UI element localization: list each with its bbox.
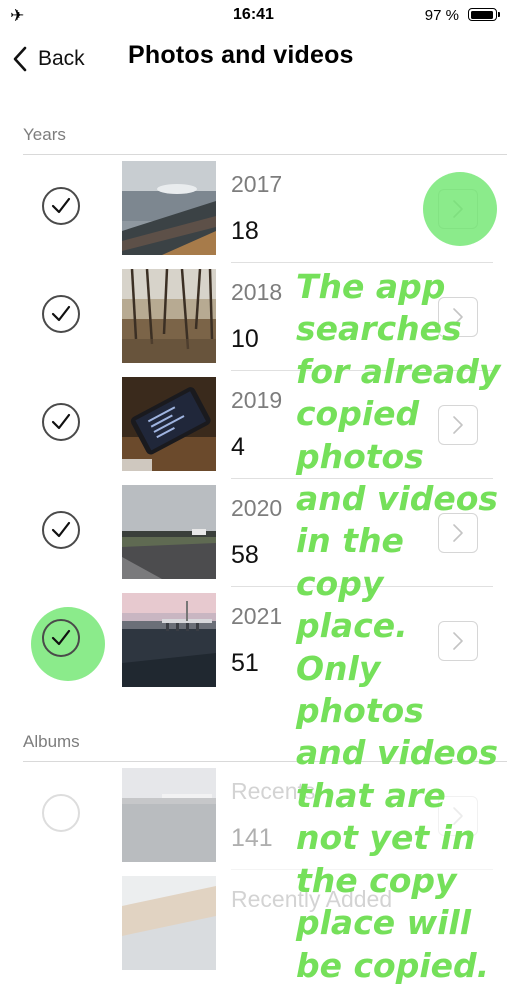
album-thumbnail xyxy=(122,768,216,862)
checkmark-icon xyxy=(51,413,71,430)
battery-percentage: 97 % xyxy=(424,7,459,24)
year-label: 2018 xyxy=(231,279,283,305)
tutorial-annotation: The app searches for already copied phot… xyxy=(296,267,501,985)
year-label: 2020 xyxy=(231,495,283,521)
year-row-2017[interactable]: 2017 18 xyxy=(0,155,507,263)
status-bar: ✈ 16:41 97 % xyxy=(0,0,507,34)
navigation-bar: Back Photos and videos xyxy=(0,34,507,84)
checkmark-icon xyxy=(51,521,71,538)
photo-count: 58 xyxy=(231,541,259,569)
selection-checkbox[interactable] xyxy=(42,403,80,441)
tap-highlight xyxy=(423,172,497,246)
selection-checkbox[interactable] xyxy=(42,187,80,225)
year-thumbnail xyxy=(122,593,216,687)
battery-icon xyxy=(468,8,500,21)
checkmark-icon xyxy=(51,197,71,214)
year-thumbnail xyxy=(122,485,216,579)
selection-checkbox[interactable] xyxy=(42,619,80,657)
albums-section-header: Albums xyxy=(23,732,80,751)
photo-count: 51 xyxy=(231,649,259,677)
photo-count: 10 xyxy=(231,325,259,353)
photo-count: 4 xyxy=(231,433,245,461)
checkmark-icon xyxy=(51,629,71,646)
back-label: Back xyxy=(38,47,85,70)
page-title: Photos and videos xyxy=(128,41,354,69)
album-thumbnail xyxy=(122,876,216,970)
year-thumbnail xyxy=(122,161,216,255)
selection-checkbox[interactable] xyxy=(42,511,80,549)
year-label: 2017 xyxy=(231,171,283,197)
year-label: 2021 xyxy=(231,603,283,629)
photo-count: 18 xyxy=(231,217,259,245)
years-section-header: Years xyxy=(23,125,66,144)
year-thumbnail xyxy=(122,269,216,363)
chevron-left-icon xyxy=(13,46,27,72)
album-count: 141 xyxy=(231,824,273,852)
year-label: 2019 xyxy=(231,387,283,413)
selection-checkbox[interactable] xyxy=(42,794,80,832)
back-button[interactable]: Back xyxy=(12,42,85,76)
year-thumbnail xyxy=(122,377,216,471)
selection-checkbox[interactable] xyxy=(42,295,80,333)
checkmark-icon xyxy=(51,305,71,322)
